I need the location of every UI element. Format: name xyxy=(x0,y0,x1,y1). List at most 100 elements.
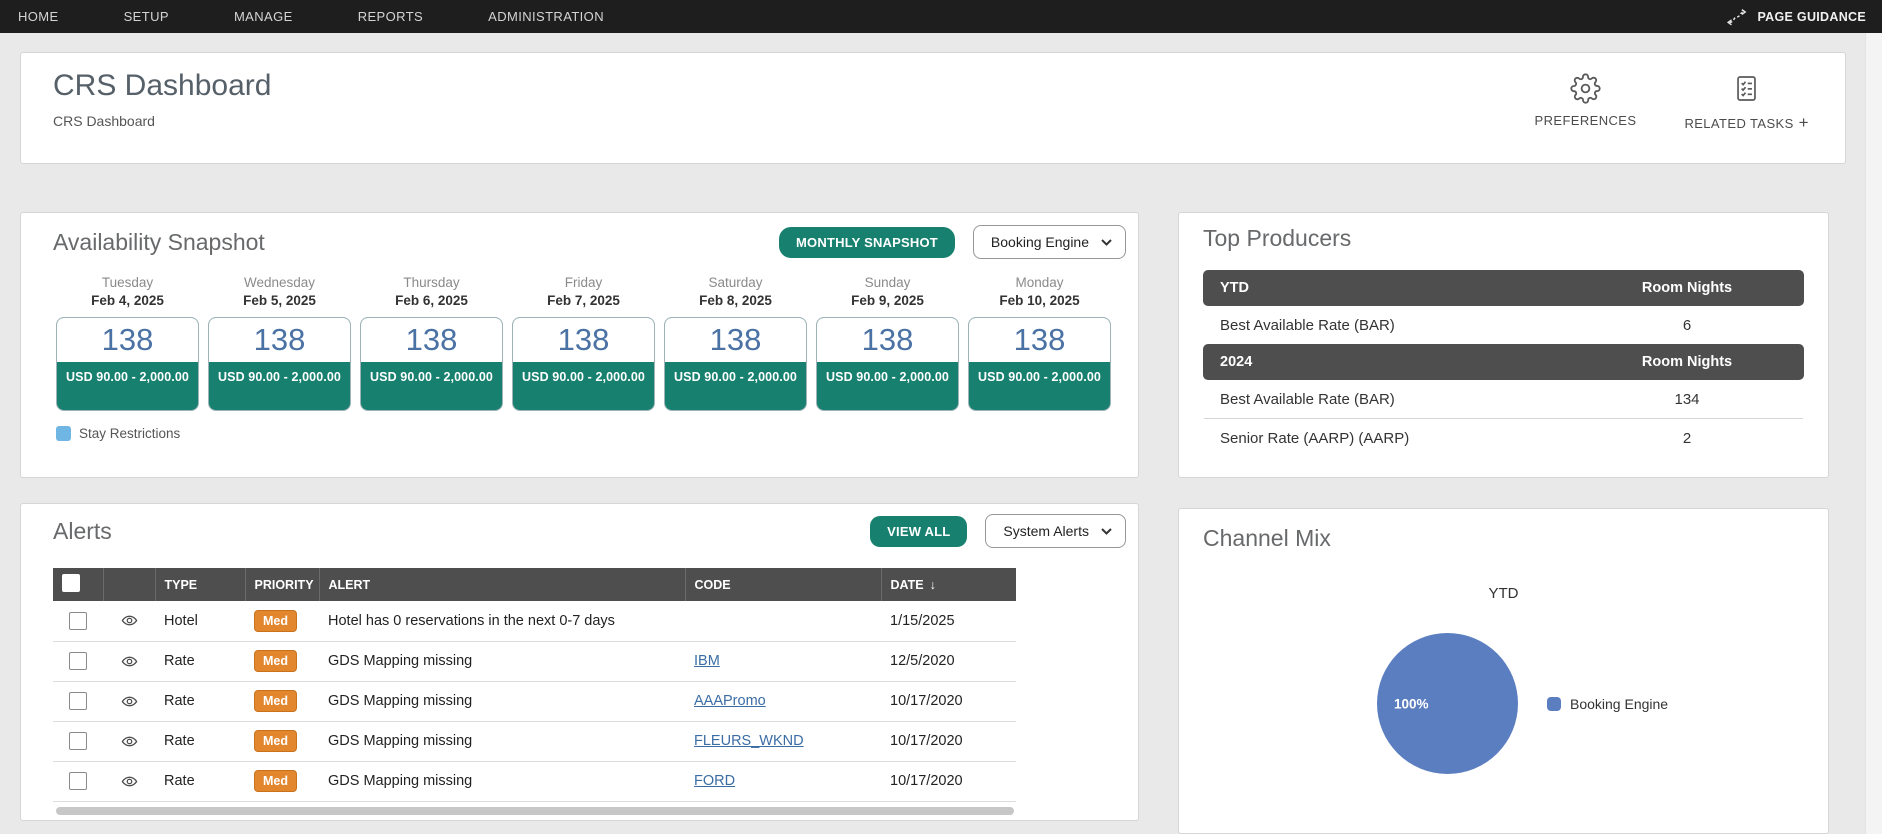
plus-icon: + xyxy=(1799,113,1809,133)
nav-item-administration[interactable]: ADMINISTRATION xyxy=(488,9,604,24)
nav-item-manage[interactable]: MANAGE xyxy=(234,9,293,24)
eye-icon[interactable] xyxy=(119,773,140,790)
horizontal-scrollbar[interactable] xyxy=(56,807,1014,815)
nav-menu: HOME SETUP MANAGE REPORTS ADMINISTRATION xyxy=(18,9,604,24)
chevron-down-icon xyxy=(1101,528,1112,535)
producer-row: Best Available Rate (BAR) 134 xyxy=(1203,380,1804,418)
alert-row: Rate Med GDS Mapping missing FLEURS_WKND… xyxy=(53,721,1016,761)
channel-select[interactable]: Booking Engine xyxy=(973,225,1126,259)
monthly-snapshot-button[interactable]: MONTHLY SNAPSHOT xyxy=(779,227,955,258)
gear-icon xyxy=(1570,73,1601,104)
producer-label: Best Available Rate (BAR) xyxy=(1220,317,1395,334)
alert-type: Rate xyxy=(155,641,245,681)
alert-date: 10/17/2020 xyxy=(881,721,1016,761)
eye-icon[interactable] xyxy=(119,653,140,670)
day-tile: Sunday Feb 9, 2025 138 USD 90.00 - 2,000… xyxy=(816,275,959,411)
sort-descending-icon: ↓ xyxy=(930,578,936,592)
stay-restrictions-legend: Stay Restrictions xyxy=(21,411,1138,441)
period-label: 2024 xyxy=(1220,354,1252,370)
row-checkbox[interactable] xyxy=(69,732,87,750)
legend-swatch xyxy=(1547,697,1561,711)
nav-item-reports[interactable]: REPORTS xyxy=(358,9,423,24)
rate-range: USD 90.00 - 2,000.00 xyxy=(361,362,502,384)
stay-restrictions-swatch xyxy=(56,426,71,441)
day-availability-box[interactable]: 138 USD 90.00 - 2,000.00 xyxy=(968,317,1111,411)
producer-value: 134 xyxy=(1587,391,1787,408)
producers-group-header-2024: 2024 Room Nights xyxy=(1203,344,1804,380)
day-availability-box[interactable]: 138 USD 90.00 - 2,000.00 xyxy=(512,317,655,411)
rate-range: USD 90.00 - 2,000.00 xyxy=(665,362,806,384)
related-tasks-button[interactable]: RELATED TASKS + xyxy=(1684,73,1809,133)
chart-legend: Booking Engine xyxy=(1547,696,1668,712)
preferences-button[interactable]: PREFERENCES xyxy=(1535,73,1637,133)
day-date: Feb 10, 2025 xyxy=(968,293,1111,308)
priority-badge: Med xyxy=(254,610,297,632)
priority-badge: Med xyxy=(254,650,297,672)
day-availability-box[interactable]: 138 USD 90.00 - 2,000.00 xyxy=(816,317,959,411)
alerts-filter-select[interactable]: System Alerts xyxy=(985,514,1126,548)
alert-text: GDS Mapping missing xyxy=(319,681,685,721)
alert-date: 1/15/2025 xyxy=(881,601,1016,641)
day-availability-box[interactable]: 138 USD 90.00 - 2,000.00 xyxy=(664,317,807,411)
producers-group-header-ytd: YTD Room Nights xyxy=(1203,270,1804,306)
alert-row: Hotel Med Hotel has 0 reservations in th… xyxy=(53,601,1016,641)
day-name: Monday xyxy=(968,275,1111,290)
row-checkbox[interactable] xyxy=(69,772,87,790)
code-link[interactable]: FLEURS_WKND xyxy=(694,733,804,749)
rate-range: USD 90.00 - 2,000.00 xyxy=(969,362,1110,384)
page-guidance-button[interactable]: PAGE GUIDANCE xyxy=(1724,8,1866,26)
day-name: Saturday xyxy=(664,275,807,290)
alerts-table: TYPE PRIORITY ALERT CODE DATE↓ Hotel Med… xyxy=(53,568,1016,802)
alert-date: 10/17/2020 xyxy=(881,761,1016,801)
alert-type: Rate xyxy=(155,721,245,761)
day-tile: Thursday Feb 6, 2025 138 USD 90.00 - 2,0… xyxy=(360,275,503,411)
row-checkbox[interactable] xyxy=(69,652,87,670)
code-link[interactable]: IBM xyxy=(694,653,720,669)
day-availability-box[interactable]: 138 USD 90.00 - 2,000.00 xyxy=(360,317,503,411)
row-checkbox[interactable] xyxy=(69,692,87,710)
day-date: Feb 5, 2025 xyxy=(208,293,351,308)
alert-column-header: ALERT xyxy=(319,568,685,601)
eye-icon[interactable] xyxy=(119,612,140,629)
top-producers-table: YTD Room Nights Best Available Rate (BAR… xyxy=(1203,270,1804,457)
related-tasks-label: RELATED TASKS xyxy=(1684,116,1793,131)
day-date: Feb 7, 2025 xyxy=(512,293,655,308)
eye-icon[interactable] xyxy=(119,733,140,750)
row-checkbox[interactable] xyxy=(69,612,87,630)
nav-item-setup[interactable]: SETUP xyxy=(124,9,169,24)
producer-row: Best Available Rate (BAR) 6 xyxy=(1203,306,1804,344)
producer-value: 6 xyxy=(1587,317,1787,334)
rooms-available: 138 xyxy=(665,318,806,362)
day-availability-box[interactable]: 138 USD 90.00 - 2,000.00 xyxy=(208,317,351,411)
view-all-button[interactable]: VIEW ALL xyxy=(870,516,967,547)
alert-date: 10/17/2020 xyxy=(881,681,1016,721)
channel-mix-title: Channel Mix xyxy=(1203,525,1331,552)
day-name: Tuesday xyxy=(56,275,199,290)
day-date: Feb 6, 2025 xyxy=(360,293,503,308)
day-name: Sunday xyxy=(816,275,959,290)
metric-label: Room Nights xyxy=(1587,354,1787,370)
code-link[interactable]: FORD xyxy=(694,773,735,789)
alerts-card: Alerts VIEW ALL System Alerts TYPE PRIOR… xyxy=(20,503,1139,821)
select-all-checkbox[interactable] xyxy=(62,574,80,592)
code-link[interactable]: AAAPromo xyxy=(694,693,766,709)
chart-title: YTD xyxy=(1179,585,1828,602)
rate-range: USD 90.00 - 2,000.00 xyxy=(817,362,958,384)
header-actions: PREFERENCES RELATED TASKS + xyxy=(1535,73,1809,133)
day-availability-box[interactable]: 138 USD 90.00 - 2,000.00 xyxy=(56,317,199,411)
eye-icon[interactable] xyxy=(119,693,140,710)
alert-row: Rate Med GDS Mapping missing AAAPromo 10… xyxy=(53,681,1016,721)
preferences-label: PREFERENCES xyxy=(1535,113,1637,128)
channel-select-value: Booking Engine xyxy=(991,234,1089,250)
channel-mix-card: Channel Mix YTD 100% Booking Engine xyxy=(1178,508,1829,834)
vertical-scrollbar[interactable] xyxy=(1865,33,1882,834)
day-tile: Saturday Feb 8, 2025 138 USD 90.00 - 2,0… xyxy=(664,275,807,411)
legend-label: Booking Engine xyxy=(1570,696,1668,712)
alerts-header-row: TYPE PRIORITY ALERT CODE DATE↓ xyxy=(53,568,1016,601)
alerts-filter-value: System Alerts xyxy=(1003,523,1089,539)
stay-restrictions-label: Stay Restrictions xyxy=(79,426,180,441)
date-column-header[interactable]: DATE↓ xyxy=(881,568,1016,601)
rooms-available: 138 xyxy=(361,318,502,362)
alert-date: 12/5/2020 xyxy=(881,641,1016,681)
nav-item-home[interactable]: HOME xyxy=(18,9,59,24)
